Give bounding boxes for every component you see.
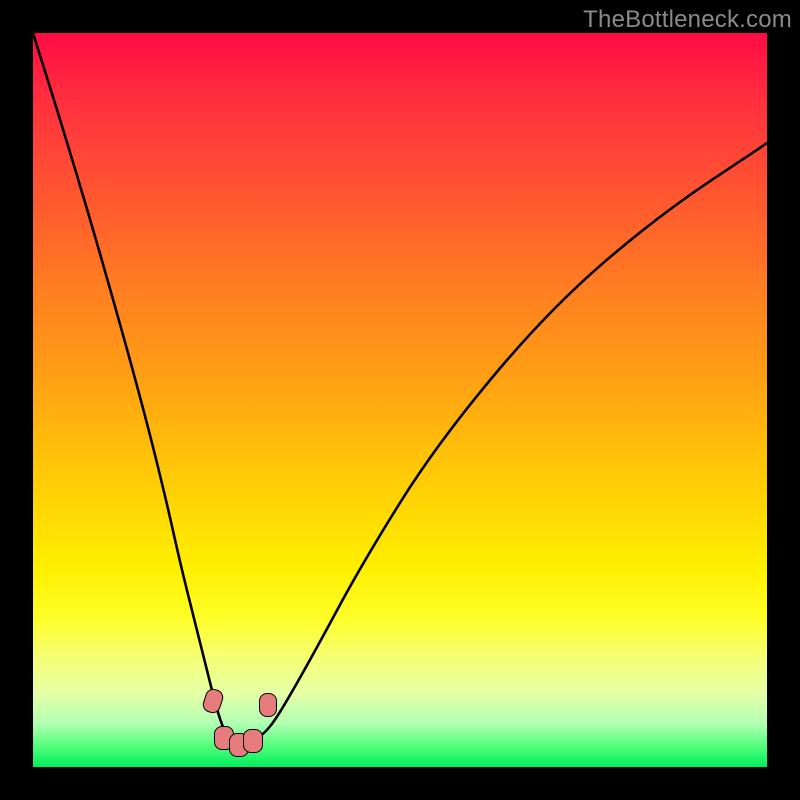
chart-frame: TheBottleneck.com: [0, 0, 800, 800]
bottleneck-curve: [33, 33, 767, 745]
guide-marker-right: [259, 693, 277, 717]
plot-area: [33, 33, 767, 767]
watermark-label: TheBottleneck.com: [583, 6, 792, 34]
guide-marker-bottom3: [243, 729, 263, 753]
curve-layer: [33, 33, 767, 767]
